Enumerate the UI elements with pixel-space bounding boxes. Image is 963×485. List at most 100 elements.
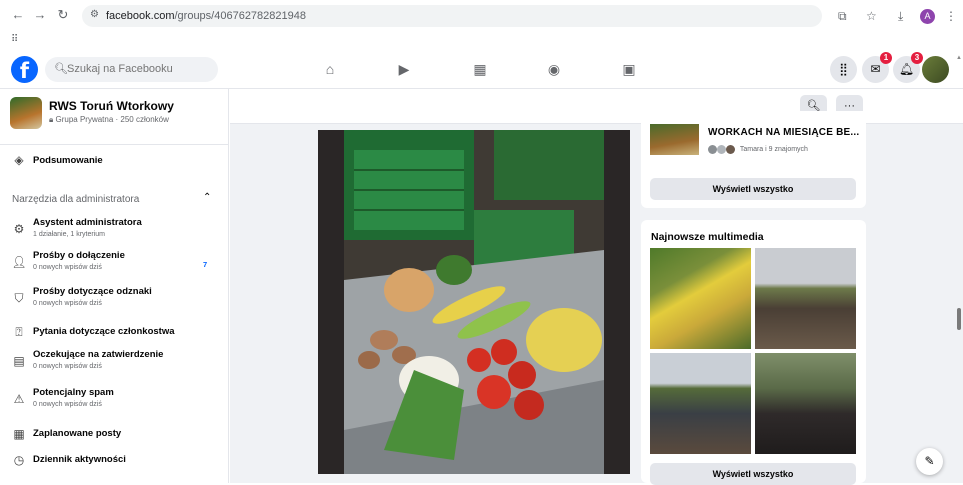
back-icon[interactable]: ← <box>10 7 26 22</box>
forward-icon[interactable]: → <box>32 7 48 22</box>
menu-kebab-icon[interactable]: ⋮ <box>945 9 957 23</box>
group-meta-text: Grupa Prywatna · 250 członków <box>55 115 169 124</box>
sidebar-item-pending-approval[interactable]: ▤ Oczekujące na zatwierdzenie 0 nowych w… <box>0 349 229 373</box>
notifications-button[interactable]: 🔔︎ 3 <box>893 52 923 83</box>
sidebar-item-scheduled-posts[interactable]: ▦ Zaplanowane posty <box>0 425 229 443</box>
sidebar-item-label: Prośby o dołączenie <box>33 250 125 261</box>
marketplace-icon[interactable]: ▦ <box>471 60 489 78</box>
url-path: /groups/406762782821948 <box>174 10 306 22</box>
messenger-icon: ✉ <box>870 62 881 76</box>
event-title[interactable]: WORKACH NA MIESIĄCE BE... <box>708 127 859 138</box>
gaming-icon[interactable]: ▣ <box>620 60 638 78</box>
menu-button[interactable]: ⣿ <box>830 56 857 83</box>
chevron-up-icon[interactable]: ⌃ <box>203 192 211 203</box>
account-avatar[interactable] <box>922 56 949 83</box>
sidebar-item-label: Potencjalny spam <box>33 387 114 398</box>
video-icon[interactable]: ▶ <box>395 60 413 78</box>
show-all-button[interactable]: Wyświetl wszystko <box>650 178 856 200</box>
address-row: ← → ↻ ⚙ facebook.com/groups/406762782821… <box>0 4 963 28</box>
pending-icon: ▤ <box>13 354 25 368</box>
gear-icon: ⚙ <box>13 222 25 236</box>
sidebar-item-label: Asystent administratora <box>33 217 142 228</box>
reload-icon[interactable]: ↻ <box>55 7 71 23</box>
sidebar-item-label: Podsumowanie <box>33 155 103 166</box>
warning-icon: ⚠ <box>13 392 25 406</box>
summary-icon: ◈ <box>14 153 24 167</box>
search-icon: 🔍︎ <box>54 63 68 75</box>
search-box[interactable]: 🔍︎ <box>45 57 218 82</box>
media-grid <box>650 248 856 455</box>
messenger-badge: 1 <box>880 52 892 64</box>
group-meta: 🔒︎ Grupa Prywatna · 250 członków <box>49 115 169 125</box>
main-content: 🔍︎ ··· WORKACH NA MIESIĄCE BE... Tamara … <box>230 89 963 485</box>
address-bar[interactable]: ⚙ facebook.com/groups/406762782821948 <box>82 5 822 27</box>
notifications-badge: 3 <box>911 52 923 64</box>
search-input[interactable] <box>67 61 207 77</box>
sidebar-item-admin-assistant[interactable]: ⚙ Asystent administratora 1 działanie, 1… <box>0 217 229 241</box>
friend-avatar <box>708 145 717 154</box>
url-domain: facebook.com <box>106 10 175 22</box>
install-app-icon[interactable]: ⧉ <box>838 9 847 24</box>
new-message-button[interactable]: ✎ <box>916 448 943 475</box>
media-thumbnail[interactable] <box>650 353 751 454</box>
sidebar-item-summary[interactable]: ◈ Podsumowanie <box>0 151 229 169</box>
browser-chrome: ← → ↻ ⚙ facebook.com/groups/406762782821… <box>0 0 963 51</box>
recent-media-title: Najnowsze multimedia <box>651 231 764 243</box>
friend-avatar <box>725 145 735 154</box>
groups-icon[interactable]: ◉ <box>545 60 563 78</box>
recent-media-card: Najnowsze multimedia Wyświetl wszystko <box>641 220 866 485</box>
badge-icon: ⛉ <box>14 291 24 305</box>
calendar-icon: ▦ <box>13 427 25 441</box>
sidebar-item-label: Pytania dotyczące członkostwa <box>33 326 175 337</box>
sidebar-item-activity-log[interactable]: ◷ Dziennik aktywności <box>0 451 229 469</box>
question-icon: ⍰ <box>15 325 23 339</box>
site-info-icon[interactable]: ⚙ <box>90 9 99 20</box>
show-all-media-button[interactable]: Wyświetl wszystko <box>650 463 856 485</box>
url-text: facebook.com/groups/406762782821948 <box>106 10 306 22</box>
download-icon[interactable]: ⤓ <box>898 9 903 24</box>
sidebar-item-label: Oczekujące na zatwierdzenie <box>33 349 164 360</box>
compose-icon: ✎ <box>924 454 935 468</box>
group-name: RWS Toruń Wtorkowy <box>49 99 174 113</box>
clock-icon: ◷ <box>13 453 25 467</box>
facebook-logo-icon[interactable]: f <box>11 56 38 83</box>
grid-menu-icon: ⣿ <box>839 62 848 76</box>
sidebar-item-membership-questions[interactable]: ⍰ Pytania dotyczące członkostwa <box>0 323 229 341</box>
group-header[interactable]: RWS Toruń Wtorkowy 🔒︎ Grupa Prywatna · 2… <box>0 89 229 145</box>
join-requests-count: 7 <box>203 260 208 269</box>
bookmark-star-icon[interactable]: ☆ <box>866 9 877 23</box>
group-sidebar: RWS Toruń Wtorkowy 🔒︎ Grupa Prywatna · 2… <box>0 89 229 483</box>
facebook-header: f 🔍︎ ⌂ ▶ ▦ ◉ ▣ ⣿ ✉1 🔔︎3 <box>0 51 963 89</box>
media-thumbnail[interactable] <box>650 248 751 349</box>
profile-avatar[interactable]: A <box>920 9 935 24</box>
messenger-button[interactable]: ✉ 1 <box>862 52 892 83</box>
bell-icon: 🔔︎ <box>898 62 915 76</box>
event-friends: Tamara i 9 znajomych <box>708 145 808 154</box>
sidebar-item-potential-spam[interactable]: ⚠ Potencjalny spam 0 nowych wpisów dziś <box>0 387 229 411</box>
vegetables-photo <box>344 130 604 474</box>
event-thumbnail[interactable] <box>650 124 699 155</box>
sidebar-item-sub: 0 nowych wpisów dziś <box>33 401 102 408</box>
admin-tools-title: Narzędzia dla administratora <box>12 194 140 205</box>
friend-avatar <box>716 145 726 154</box>
sidebar-item-join-requests[interactable]: 👤︎ Prośby o dołączenie 0 nowych wpisów d… <box>0 250 229 274</box>
sidebar-item-sub: 0 nowych wpisów dziś <box>33 300 102 307</box>
scrollbar-thumb[interactable] <box>957 308 961 330</box>
sidebar-item-label: Zaplanowane posty <box>33 428 122 439</box>
post-image[interactable] <box>318 130 630 474</box>
sidebar-item-sub: 0 nowych wpisów dziś <box>33 264 102 271</box>
media-thumbnail[interactable] <box>755 248 856 349</box>
sidebar-item-label: Dziennik aktywności <box>33 454 126 465</box>
home-icon[interactable]: ⌂ <box>321 60 339 78</box>
apps-grid-icon[interactable]: ⠿ <box>11 34 18 45</box>
sidebar-item-sub: 0 nowych wpisów dziś <box>33 363 102 370</box>
sidebar-item-label: Prośby dotyczące odznaki <box>33 286 152 297</box>
event-card: WORKACH NA MIESIĄCE BE... Tamara i 9 zna… <box>641 111 866 208</box>
media-thumbnail[interactable] <box>755 353 856 454</box>
scroll-up-icon[interactable]: ▲ <box>956 55 962 61</box>
event-friends-text: Tamara i 9 znajomych <box>739 146 808 154</box>
person-add-icon: 👤︎ <box>11 255 27 269</box>
sidebar-item-sub: 1 działanie, 1 kryterium <box>33 231 105 238</box>
group-thumbnail <box>10 97 42 129</box>
sidebar-item-badge-requests[interactable]: ⛉ Prośby dotyczące odznaki 0 nowych wpis… <box>0 286 229 310</box>
